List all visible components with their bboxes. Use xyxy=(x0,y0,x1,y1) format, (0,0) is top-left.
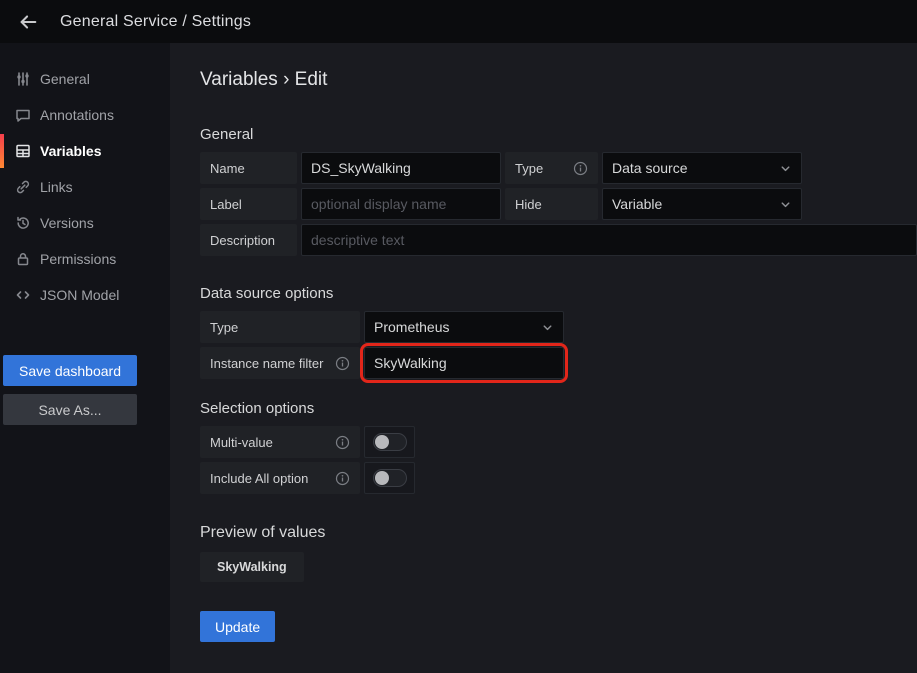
save-as-button[interactable]: Save As... xyxy=(3,394,137,425)
sidebar-item-label: JSON Model xyxy=(40,287,119,303)
sidebar-item-label: General xyxy=(40,71,90,87)
instance-name-filter-input[interactable] xyxy=(364,347,564,379)
sidebar-item-label: Versions xyxy=(40,215,94,231)
include-all-toggle[interactable] xyxy=(364,462,415,494)
preview-section-heading: Preview of values xyxy=(200,524,917,542)
preview-values-list: SkyWalking xyxy=(200,552,917,582)
datasource-type-select[interactable]: Prometheus xyxy=(364,311,564,343)
sidebar-item-general[interactable]: General xyxy=(0,61,170,97)
type-field-label: Type xyxy=(505,152,598,184)
comment-icon xyxy=(15,107,31,123)
preview-value-chip[interactable]: SkyWalking xyxy=(200,552,304,582)
datasource-type-label: Type xyxy=(200,311,360,343)
sidebar-item-links[interactable]: Links xyxy=(0,169,170,205)
sidebar-item-variables[interactable]: Variables xyxy=(0,133,170,169)
code-brackets-icon xyxy=(15,287,31,303)
general-section-heading: General xyxy=(200,126,917,143)
name-field-label: Name xyxy=(200,152,297,184)
instance-name-filter-wrap xyxy=(364,347,564,379)
back-button[interactable] xyxy=(12,6,44,38)
arrow-left-icon xyxy=(17,11,39,33)
description-field-label: Description xyxy=(200,224,297,256)
sidebar-item-versions[interactable]: Versions xyxy=(0,205,170,241)
info-icon xyxy=(573,161,588,176)
variable-type-select[interactable]: Data source xyxy=(602,152,802,184)
sidebar-item-permissions[interactable]: Permissions xyxy=(0,241,170,277)
link-icon xyxy=(15,179,31,195)
hide-field-label: Hide xyxy=(505,188,598,220)
name-input[interactable] xyxy=(301,152,501,184)
label-field-label: Label xyxy=(200,188,297,220)
sidebar-item-label: Annotations xyxy=(40,107,114,123)
hide-select[interactable]: Variable xyxy=(602,188,802,220)
sliders-icon xyxy=(15,71,31,87)
grid-table-icon xyxy=(15,143,31,159)
include-all-label: Include All option xyxy=(200,462,360,494)
sidebar-item-label: Links xyxy=(40,179,73,195)
multi-value-label: Multi-value xyxy=(200,426,360,458)
variable-edit-panel: Variables › Edit General Name Type Data … xyxy=(170,43,917,673)
chevron-down-icon xyxy=(779,198,792,211)
panel-title: Variables › Edit xyxy=(200,69,917,91)
lock-icon xyxy=(15,251,31,267)
history-icon xyxy=(15,215,31,231)
page-breadcrumb-title: General Service / Settings xyxy=(60,13,251,31)
datasource-section-heading: Data source options xyxy=(200,285,917,302)
sidebar-item-annotations[interactable]: Annotations xyxy=(0,97,170,133)
sidebar-item-label: Variables xyxy=(40,143,102,159)
info-icon xyxy=(335,356,350,371)
update-button[interactable]: Update xyxy=(200,611,275,642)
instance-name-filter-label: Instance name filter xyxy=(200,347,360,379)
info-icon xyxy=(335,435,350,450)
selection-section-heading: Selection options xyxy=(200,400,917,417)
save-dashboard-button[interactable]: Save dashboard xyxy=(3,355,137,386)
chevron-down-icon xyxy=(541,321,554,334)
chevron-down-icon xyxy=(779,162,792,175)
sidebar-item-label: Permissions xyxy=(40,251,116,267)
settings-sidebar: General Annotations Variables Links Vers… xyxy=(0,43,170,673)
description-input[interactable] xyxy=(301,224,917,256)
info-icon xyxy=(335,471,350,486)
top-header: General Service / Settings xyxy=(0,0,917,43)
sidebar-item-json-model[interactable]: JSON Model xyxy=(0,277,170,313)
multi-value-toggle[interactable] xyxy=(364,426,415,458)
label-input[interactable] xyxy=(301,188,501,220)
